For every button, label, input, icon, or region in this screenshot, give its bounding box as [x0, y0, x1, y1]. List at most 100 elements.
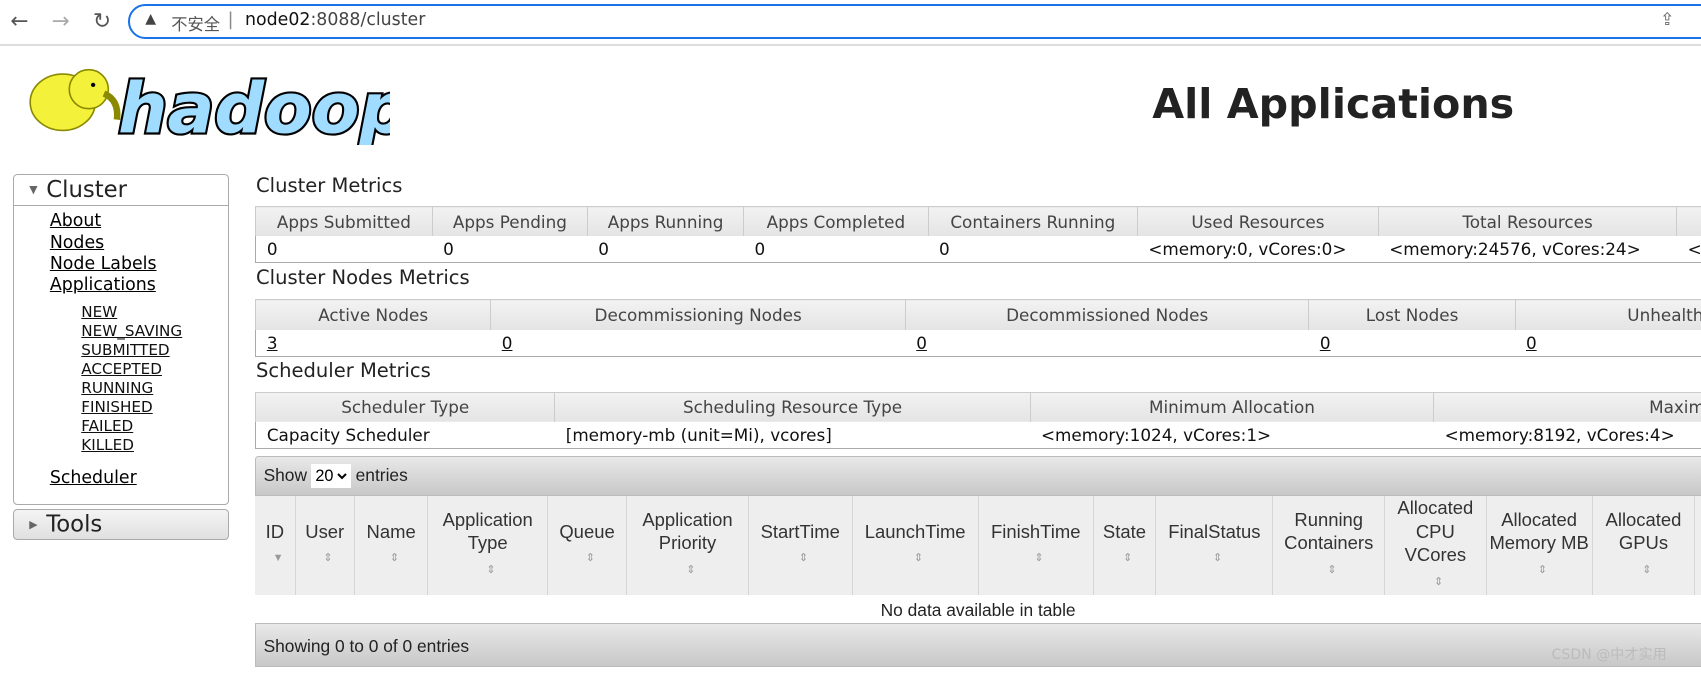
column-label: StartTime: [760, 520, 840, 542]
sidebar-link-nodes[interactable]: Nodes: [50, 233, 104, 253]
page-size-select[interactable]: 20: [311, 463, 352, 488]
column-label: LaunchTime: [864, 520, 966, 542]
forward-icon[interactable]: →: [48, 9, 74, 34]
sidebar-link-about[interactable]: About: [50, 211, 101, 231]
cluster-toggle[interactable]: ▼ Cluster: [14, 175, 228, 206]
sort-icon: ⇕: [1642, 564, 1652, 577]
state-running[interactable]: RUNNING: [81, 379, 153, 397]
column-label: User: [305, 520, 345, 542]
tools-label: Tools: [46, 511, 103, 538]
column-header: Minimum Allocation: [1029, 391, 1434, 422]
sidebar-link-applications[interactable]: Applications: [50, 275, 156, 295]
sortable-column-header[interactable]: FinishTime ⇕: [978, 495, 1094, 596]
address-bar[interactable]: ▲ 不安全 | node02:8088/cluster: [128, 4, 1701, 39]
reload-icon[interactable]: ↻: [89, 9, 115, 34]
state-new[interactable]: NEW: [81, 303, 117, 321]
metric-value: 0: [743, 236, 929, 264]
sortable-column-header[interactable]: ID ▼: [254, 495, 296, 596]
sortable-column-header[interactable]: FinalStatus ⇕: [1155, 495, 1274, 596]
metric-link[interactable]: 3: [267, 333, 278, 353]
metric-value: <memory:8192, vCores:4>: [1433, 421, 1701, 449]
metric-value: 0: [928, 236, 1138, 264]
sort-icon: ⇕: [323, 552, 333, 565]
metric-link[interactable]: 0: [1526, 333, 1537, 353]
state-new-saving[interactable]: NEW_SAVING: [81, 322, 182, 340]
column-label: ID: [265, 520, 285, 542]
cluster-metrics-title: Cluster Metrics: [256, 173, 403, 197]
sort-icon: ⇕: [686, 564, 696, 577]
column-header: Decommissioned Nodes: [904, 299, 1309, 330]
column-header: Unhealthy Nodes: [1514, 299, 1701, 330]
column-label: FinishTime: [990, 520, 1081, 542]
metric-link[interactable]: 0: [502, 333, 513, 353]
sortable-column-header[interactable]: Allocated CPU VCores ⇕: [1384, 495, 1487, 596]
sortable-column-header[interactable]: StartTime ⇕: [748, 495, 853, 596]
sortable-column-header[interactable]: User ⇕: [295, 495, 355, 596]
column-header: Lost Nodes: [1308, 299, 1516, 330]
url-host: node02: [245, 9, 311, 30]
sortable-column-header[interactable]: Application Type ⇕: [427, 495, 548, 596]
nodes-metrics-title: Cluster Nodes Metrics: [256, 265, 470, 289]
state-finished[interactable]: FINISHED: [81, 398, 152, 416]
share-icon[interactable]: ⇪: [1660, 10, 1675, 30]
entries-info: Showing 0 to 0 of 0 entries: [263, 636, 470, 657]
column-header: Scheduler Type: [254, 391, 555, 422]
sortable-column-header[interactable]: Running Containers ⇕: [1272, 495, 1386, 596]
column-header: Used Resources: [1137, 206, 1379, 237]
back-icon[interactable]: ←: [7, 9, 33, 34]
sort-icon: ⇕: [1213, 552, 1223, 565]
table-footer: Showing 0 to 0 of 0 entries: [254, 623, 1701, 667]
column-label: FinalStatus: [1168, 520, 1261, 542]
metric-link[interactable]: 0: [1320, 333, 1331, 353]
metric-value: 3: [254, 329, 491, 357]
caret-right-icon: ▶: [29, 517, 38, 531]
url-text[interactable]: node02:8088/cluster: [245, 10, 425, 30]
sortable-column-header[interactable]: Allocated GPUs ⇕: [1592, 495, 1696, 596]
column-label: Name: [366, 520, 416, 542]
hadoop-logo[interactable]: hadoop: [15, 61, 411, 152]
sidebar-cluster: ▼ Cluster About Nodes Node Labels Applica…: [13, 173, 229, 506]
metric-value: 0: [905, 329, 1309, 357]
column-label: State: [1102, 520, 1146, 542]
metric-value: 0: [1515, 329, 1701, 357]
sortable-column-header[interactable]: State ⇕: [1093, 495, 1157, 596]
state-submitted[interactable]: SUBMITTED: [81, 341, 169, 359]
metric-value: 0: [490, 329, 906, 357]
sortable-column-header[interactable]: Application Priority ⇕: [626, 495, 749, 596]
sortable-column-header[interactable]: Name ⇕: [354, 495, 429, 596]
entries-label: entries: [355, 464, 408, 485]
column-header: Decommissioning Nodes: [490, 299, 906, 330]
state-failed[interactable]: FAILED: [81, 417, 133, 435]
svg-text:hadoop: hadoop: [118, 69, 389, 145]
sort-icon: ⇕: [913, 552, 923, 565]
watermark: CSDN @中才实用: [1551, 647, 1667, 664]
browser-toolbar: ← → ↻ ▲ 不安全 | node02:8088/cluster ⇪: [0, 0, 1701, 47]
sort-icon: ⇕: [1537, 564, 1547, 577]
state-killed[interactable]: KILLED: [81, 436, 134, 454]
metric-link[interactable]: 0: [916, 333, 927, 353]
sidebar-link-scheduler[interactable]: Scheduler: [50, 468, 137, 488]
column-label: Allocated Memory MB: [1489, 508, 1589, 554]
scheduler-metrics-title: Scheduler Metrics: [256, 359, 431, 383]
sortable-column-header[interactable]: Queue ⇕: [547, 495, 628, 596]
column-header: Apps Running: [586, 206, 744, 237]
nodes-metrics-table: Active Nodes Decommissioning Nodes Decommi…: [254, 299, 1701, 357]
column-header: [1676, 206, 1701, 237]
sidebar-link-node-labels[interactable]: Node Labels: [50, 254, 157, 274]
sortable-column-header[interactable]: LaunchTime ⇕: [852, 495, 979, 596]
sort-icon: ⇕: [585, 552, 595, 565]
sortable-column-header[interactable]: Allocated Memory MB ⇕: [1486, 495, 1593, 596]
cluster-label: Cluster: [46, 176, 128, 203]
metric-value: <memory: [1676, 236, 1701, 264]
column-header: Maximum Allocation: [1433, 391, 1701, 422]
metric-value: <memory:1024, vCores:1>: [1030, 421, 1434, 449]
sortable-column-header[interactable]: Reserved CPU VCores⇕: [1694, 495, 1701, 596]
column-label: Application Priority: [642, 508, 733, 554]
sort-icon: ⇕: [1034, 552, 1044, 565]
metric-value: 0: [254, 236, 433, 264]
state-accepted[interactable]: ACCEPTED: [81, 360, 162, 378]
sort-icon: ⇕: [798, 552, 808, 565]
apps-header: ID ▼ User ⇕ Name ⇕ Application Type ⇕ Queue ⇕ Appl…: [254, 495, 1701, 596]
sidebar-tools[interactable]: ▶ Tools: [13, 508, 229, 541]
metric-value: 0: [587, 236, 744, 264]
